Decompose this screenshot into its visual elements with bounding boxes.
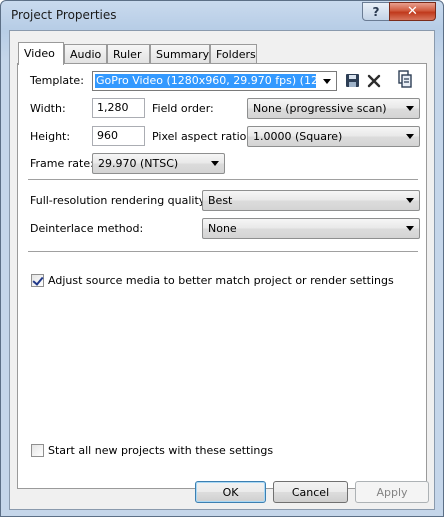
- template-value: GoPro Video (1280x960, 29.970 fps) (1280…: [95, 74, 316, 88]
- ok-button[interactable]: OK: [195, 481, 266, 503]
- frame-rate-dropdown[interactable]: 29.970 (NTSC): [92, 153, 225, 174]
- chevron-down-icon: [211, 161, 219, 166]
- pixel-aspect-value: 1.0000 (Square): [253, 130, 343, 143]
- start-new-projects-checkbox[interactable]: [31, 444, 44, 457]
- tab-summary[interactable]: Summary: [150, 44, 210, 63]
- height-label: Height:: [30, 130, 71, 143]
- deinterlace-label: Deinterlace method:: [30, 222, 144, 235]
- template-combobox[interactable]: GoPro Video (1280x960, 29.970 fps) (1280…: [92, 71, 337, 91]
- chevron-down-icon[interactable]: [323, 79, 331, 84]
- field-order-dropdown[interactable]: None (progressive scan): [247, 98, 420, 119]
- pixel-aspect-dropdown[interactable]: 1.0000 (Square): [247, 126, 420, 147]
- window-title: Project Properties: [11, 8, 117, 22]
- tab-folders[interactable]: Folders: [210, 44, 257, 63]
- height-field[interactable]: 960: [92, 126, 145, 146]
- tab-video[interactable]: Video: [18, 42, 64, 65]
- video-tab-panel: Template: GoPro Video (1280x960, 29.970 …: [17, 63, 427, 489]
- tab-ruler[interactable]: Ruler: [107, 44, 150, 63]
- field-order-label: Field order:: [152, 102, 214, 115]
- chevron-down-icon: [406, 106, 414, 111]
- checkmark-icon: [32, 274, 44, 286]
- apply-button[interactable]: Apply: [355, 481, 429, 503]
- help-button[interactable]: ?: [362, 2, 390, 21]
- divider: [28, 179, 418, 181]
- width-label: Width:: [30, 102, 66, 115]
- field-order-value: None (progressive scan): [253, 102, 387, 115]
- dialog-client-area: Video Audio Ruler Summary Folders Templa…: [9, 30, 435, 510]
- deinterlace-value: None: [208, 222, 237, 235]
- frame-rate-label: Frame rate:: [30, 157, 94, 170]
- chevron-down-icon: [406, 134, 414, 139]
- match-media-icon[interactable]: [396, 70, 414, 88]
- delete-icon[interactable]: [365, 72, 383, 90]
- project-properties-window: Project Properties ? ✕ Video Audio Ruler…: [0, 0, 444, 517]
- title-bar[interactable]: Project Properties ? ✕: [1, 1, 443, 29]
- width-field[interactable]: 1,280: [92, 98, 145, 118]
- close-button[interactable]: ✕: [389, 2, 436, 21]
- pixel-aspect-label: Pixel aspect ratio:: [152, 130, 251, 143]
- frame-rate-value: 29.970 (NTSC): [98, 157, 179, 170]
- template-label: Template:: [30, 74, 84, 87]
- chevron-down-icon: [406, 226, 414, 231]
- save-icon[interactable]: [344, 72, 362, 90]
- divider: [28, 251, 418, 253]
- cancel-button[interactable]: Cancel: [273, 481, 348, 503]
- chevron-down-icon: [406, 198, 414, 203]
- adjust-source-label[interactable]: Adjust source media to better match proj…: [48, 274, 394, 287]
- deinterlace-dropdown[interactable]: None: [202, 218, 420, 239]
- render-quality-value: Best: [208, 194, 233, 207]
- adjust-source-checkbox[interactable]: [31, 274, 44, 287]
- tab-audio[interactable]: Audio: [64, 44, 107, 63]
- render-quality-dropdown[interactable]: Best: [202, 190, 420, 211]
- start-new-projects-label[interactable]: Start all new projects with these settin…: [48, 444, 273, 457]
- render-quality-label: Full-resolution rendering quality:: [30, 194, 209, 207]
